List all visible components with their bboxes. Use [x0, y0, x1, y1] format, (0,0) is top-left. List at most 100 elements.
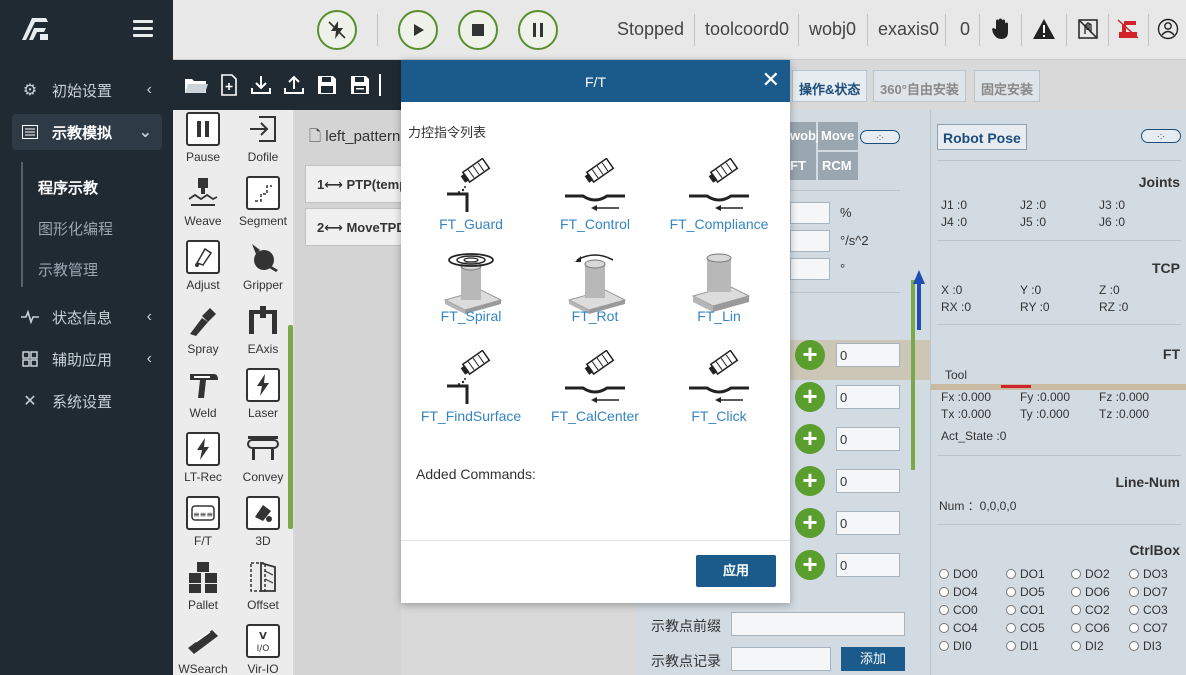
save-icon[interactable]	[315, 74, 339, 96]
exaxis-coord[interactable]: exaxis0	[878, 19, 939, 40]
toggle-pill[interactable]: ·:·	[1141, 129, 1181, 143]
palette-pallet[interactable]: Pallet	[173, 560, 233, 624]
close-icon[interactable]: ✕	[762, 69, 780, 91]
cmd-ft-control[interactable]: FT_Control	[535, 158, 655, 238]
cmd-ft-compliance[interactable]: FT_Compliance	[659, 158, 779, 238]
palette-segment[interactable]: Segment	[233, 176, 293, 240]
add-point-button[interactable]: +	[795, 382, 825, 412]
no-touch-icon[interactable]	[1075, 16, 1101, 42]
ctrlbox-radio[interactable]: CO4	[939, 621, 978, 635]
nav-status-info[interactable]: 状态信息 ‹	[12, 299, 162, 335]
ctrlbox-radio[interactable]: DI3	[1129, 639, 1162, 653]
program-line-2[interactable]: 2⟷ MoveTPD	[305, 208, 415, 246]
palette-laser[interactable]: Laser	[233, 368, 293, 432]
nav-initial-settings[interactable]: ⚙ 初始设置 ‹	[12, 72, 162, 108]
point-input-5[interactable]: 0	[836, 511, 900, 535]
ctrlbox-radio[interactable]: DO4	[939, 585, 978, 599]
ctrlbox-radio[interactable]: DI0	[939, 639, 972, 653]
toggle-pill[interactable]: ·:·	[860, 130, 900, 144]
ctrlbox-radio[interactable]: CO3	[1129, 603, 1168, 617]
point-input-1[interactable]: 0	[836, 343, 900, 367]
palette-3d[interactable]: 3D	[233, 496, 293, 560]
wobj-coord[interactable]: wobj0	[809, 19, 856, 40]
power-toggle-button[interactable]	[317, 10, 357, 50]
ctrlbox-radio[interactable]: CO0	[939, 603, 978, 617]
ctrlbox-radio[interactable]: DO1	[1006, 567, 1045, 581]
point-input-2[interactable]: 0	[836, 385, 900, 409]
tab-free-install[interactable]: 360°自由安装	[873, 70, 966, 102]
add-point-button[interactable]: +	[795, 340, 825, 370]
point-input-4[interactable]: 0	[836, 469, 900, 493]
ctrlbox-radio[interactable]: DI1	[1006, 639, 1039, 653]
upload-icon[interactable]	[282, 74, 306, 96]
stop-button[interactable]	[458, 10, 498, 50]
ctrlbox-radio[interactable]: DO0	[939, 567, 978, 581]
cmd-ft-calcenter[interactable]: FT_CalCenter	[535, 350, 655, 430]
palette-gripper[interactable]: Gripper	[233, 240, 293, 304]
user-icon[interactable]	[1155, 16, 1181, 42]
open-folder-icon[interactable]	[184, 74, 208, 96]
nav-auxiliary-apps[interactable]: 辅助应用 ‹	[12, 341, 162, 377]
point-input-6[interactable]: 0	[836, 553, 900, 577]
sub-teach-management[interactable]: 示教管理	[38, 259, 98, 280]
ctrlbox-radio[interactable]: CO5	[1006, 621, 1045, 635]
cmd-ft-rot[interactable]: FT_Rot	[535, 250, 655, 330]
menu-toggle-button[interactable]	[133, 20, 153, 37]
ctrlbox-radio[interactable]: CO7	[1129, 621, 1168, 635]
nav-teach-simulation[interactable]: 示教模拟 ⌄	[12, 114, 162, 150]
tab-rcm[interactable]: RCM	[818, 152, 858, 180]
palette-lt-rec[interactable]: LT-Rec	[173, 432, 233, 496]
cmd-ft-guard[interactable]: FT_Guard	[411, 158, 531, 238]
angle-input[interactable]	[790, 258, 830, 280]
warning-icon[interactable]	[1031, 16, 1057, 42]
new-file-icon[interactable]	[217, 74, 241, 96]
palette-vir-io[interactable]: V I/O Vir-IO	[233, 624, 293, 675]
cmd-ft-lin[interactable]: FT_Lin	[659, 250, 779, 330]
palette-weave[interactable]: Weave	[173, 176, 233, 240]
add-point-record-button[interactable]: 添加	[841, 647, 905, 671]
sub-graphic-programming[interactable]: 图形化编程	[38, 218, 113, 239]
robot-pose-button[interactable]: Robot Pose	[937, 124, 1027, 150]
point-input-3[interactable]: 0	[836, 427, 900, 451]
cmd-ft-spiral[interactable]: FT_Spiral	[411, 250, 531, 330]
sub-program-teach[interactable]: 程序示教	[38, 177, 98, 198]
tab-operation-status[interactable]: 操作&状态	[792, 70, 868, 102]
cmd-ft-findsurface[interactable]: FT_FindSurface	[411, 350, 531, 430]
nav-system-settings[interactable]: ✕ 系统设置	[12, 383, 162, 419]
palette-ft[interactable]: ≡≡≡ F/T	[173, 496, 233, 560]
cmd-ft-click[interactable]: FT_Click	[659, 350, 779, 430]
palette-adjust[interactable]: Adjust	[173, 240, 233, 304]
tool-coord[interactable]: toolcoord0	[705, 19, 789, 40]
add-point-button[interactable]: +	[795, 508, 825, 538]
save-as-icon[interactable]	[348, 74, 372, 96]
ctrlbox-radio[interactable]: CO6	[1071, 621, 1110, 635]
palette-convey[interactable]: Convey	[233, 432, 293, 496]
palette-dofile[interactable]: Dofile	[233, 112, 293, 176]
robot-status-icon[interactable]	[1115, 16, 1141, 42]
palette-weld[interactable]: Weld	[173, 368, 233, 432]
download-icon[interactable]	[249, 74, 273, 96]
ctrlbox-radio[interactable]: DO2	[1071, 567, 1110, 581]
palette-spray[interactable]: Spray	[173, 304, 233, 368]
ctrlbox-radio[interactable]: DO3	[1129, 567, 1168, 581]
pause-button[interactable]	[518, 10, 558, 50]
tab-wobj[interactable]: wobj	[790, 128, 820, 143]
play-button[interactable]	[398, 10, 438, 50]
add-point-button[interactable]: +	[795, 466, 825, 496]
apply-button[interactable]: 应用	[696, 555, 776, 587]
acc-input[interactable]	[790, 230, 830, 252]
ctrlbox-radio[interactable]: CO1	[1006, 603, 1045, 617]
palette-wsearch[interactable]: WSearch	[173, 624, 233, 675]
tab-move[interactable]: Move	[818, 122, 858, 150]
tab-fixed-install[interactable]: 固定安装	[974, 70, 1041, 102]
palette-scrollbar[interactable]	[288, 325, 293, 529]
speed-input[interactable]	[790, 202, 830, 224]
ctrlbox-radio[interactable]: DO6	[1071, 585, 1110, 599]
palette-eaxis[interactable]: EAxis	[233, 304, 293, 368]
hand-drag-icon[interactable]	[987, 16, 1013, 42]
record-input[interactable]	[731, 647, 831, 671]
prefix-input[interactable]	[731, 612, 905, 636]
palette-pause[interactable]: Pause	[173, 112, 233, 176]
program-line-1[interactable]: 1⟷ PTP(temp	[305, 165, 415, 203]
ctrlbox-radio[interactable]: DO5	[1006, 585, 1045, 599]
